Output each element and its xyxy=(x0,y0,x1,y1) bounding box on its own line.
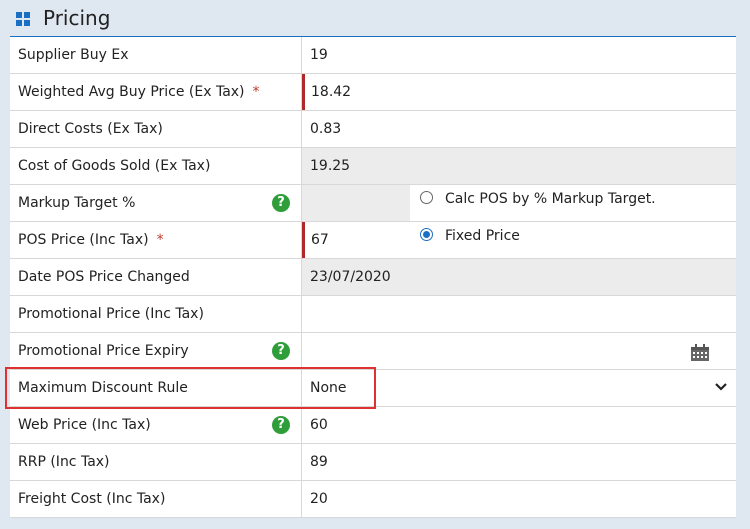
row-markup-target: Markup Target % ? Calc POS by % Markup T… xyxy=(10,185,736,222)
label-max-discount: Maximum Discount Rule xyxy=(10,370,302,406)
radio-calc-markup[interactable]: Calc POS by % Markup Target. xyxy=(420,181,656,217)
calendar-icon[interactable] xyxy=(690,344,710,362)
label-markup-target: Markup Target % xyxy=(10,185,302,221)
label-weighted-avg-buy: Weighted Avg Buy Price (Ex Tax) * xyxy=(10,74,302,110)
input-freight-cost[interactable]: 20 xyxy=(302,481,736,517)
row-cogs: Cost of Goods Sold (Ex Tax) 19.25 xyxy=(10,148,736,185)
label-web-price: Web Price (Inc Tax) xyxy=(10,407,302,443)
help-icon[interactable]: ? xyxy=(272,416,290,434)
grid-icon xyxy=(16,12,30,26)
required-marker: * xyxy=(156,232,164,248)
row-rrp: RRP (Inc Tax) 89 xyxy=(10,444,736,481)
input-markup-target xyxy=(302,185,410,221)
pricing-panel: Pricing Supplier Buy Ex 19 Weighted Avg … xyxy=(0,0,750,529)
label-promo-expiry: Promotional Price Expiry xyxy=(10,333,302,369)
select-max-discount[interactable]: None xyxy=(302,370,736,406)
radio-button-markup[interactable] xyxy=(420,190,433,204)
input-web-price[interactable]: 60 xyxy=(302,407,736,443)
panel-header: Pricing xyxy=(0,0,750,36)
input-weighted-avg-buy[interactable]: 18.42 xyxy=(302,74,736,110)
label-supplier-buy-ex: Supplier Buy Ex xyxy=(10,37,302,73)
input-promo-expiry[interactable] xyxy=(302,333,736,369)
input-promo-price[interactable] xyxy=(302,296,736,332)
label-promo-price: Promotional Price (Inc Tax) xyxy=(10,296,302,332)
row-promo-expiry: Promotional Price Expiry ? xyxy=(10,333,736,370)
row-max-discount: Maximum Discount Rule None xyxy=(10,370,736,407)
panel-title: Pricing xyxy=(43,6,111,30)
row-supplier-buy-ex: Supplier Buy Ex 19 xyxy=(10,37,736,74)
label-pos-price: POS Price (Inc Tax) * xyxy=(10,222,302,258)
value-date-pos-changed: 23/07/2020 xyxy=(302,259,736,295)
row-date-pos-changed: Date POS Price Changed 23/07/2020 xyxy=(10,259,736,296)
label-cogs: Cost of Goods Sold (Ex Tax) xyxy=(10,148,302,184)
pricing-table: Supplier Buy Ex 19 Weighted Avg Buy Pric… xyxy=(10,36,736,518)
row-web-price: Web Price (Inc Tax) ? 60 xyxy=(10,407,736,444)
help-icon[interactable]: ? xyxy=(272,342,290,360)
radio-button-fixed[interactable] xyxy=(420,227,433,241)
label-freight-cost: Freight Cost (Inc Tax) xyxy=(10,481,302,517)
row-pos-price: POS Price (Inc Tax) * 67 Fixed Price xyxy=(10,222,736,259)
row-direct-costs: Direct Costs (Ex Tax) 0.83 xyxy=(10,111,736,148)
row-freight-cost: Freight Cost (Inc Tax) 20 xyxy=(10,481,736,518)
row-weighted-avg-buy: Weighted Avg Buy Price (Ex Tax) * 18.42 xyxy=(10,74,736,111)
chevron-down-icon xyxy=(715,383,727,391)
help-icon[interactable]: ? xyxy=(272,194,290,212)
radio-fixed-price[interactable]: Fixed Price xyxy=(420,218,520,254)
label-rrp: RRP (Inc Tax) xyxy=(10,444,302,480)
input-supplier-buy-ex[interactable]: 19 xyxy=(302,37,736,73)
input-pos-price[interactable]: 67 xyxy=(302,222,410,258)
input-rrp[interactable]: 89 xyxy=(302,444,736,480)
label-direct-costs: Direct Costs (Ex Tax) xyxy=(10,111,302,147)
label-date-pos-changed: Date POS Price Changed xyxy=(10,259,302,295)
value-cogs: 19.25 xyxy=(302,148,736,184)
input-direct-costs[interactable]: 0.83 xyxy=(302,111,736,147)
row-promo-price: Promotional Price (Inc Tax) xyxy=(10,296,736,333)
required-marker: * xyxy=(252,84,260,100)
